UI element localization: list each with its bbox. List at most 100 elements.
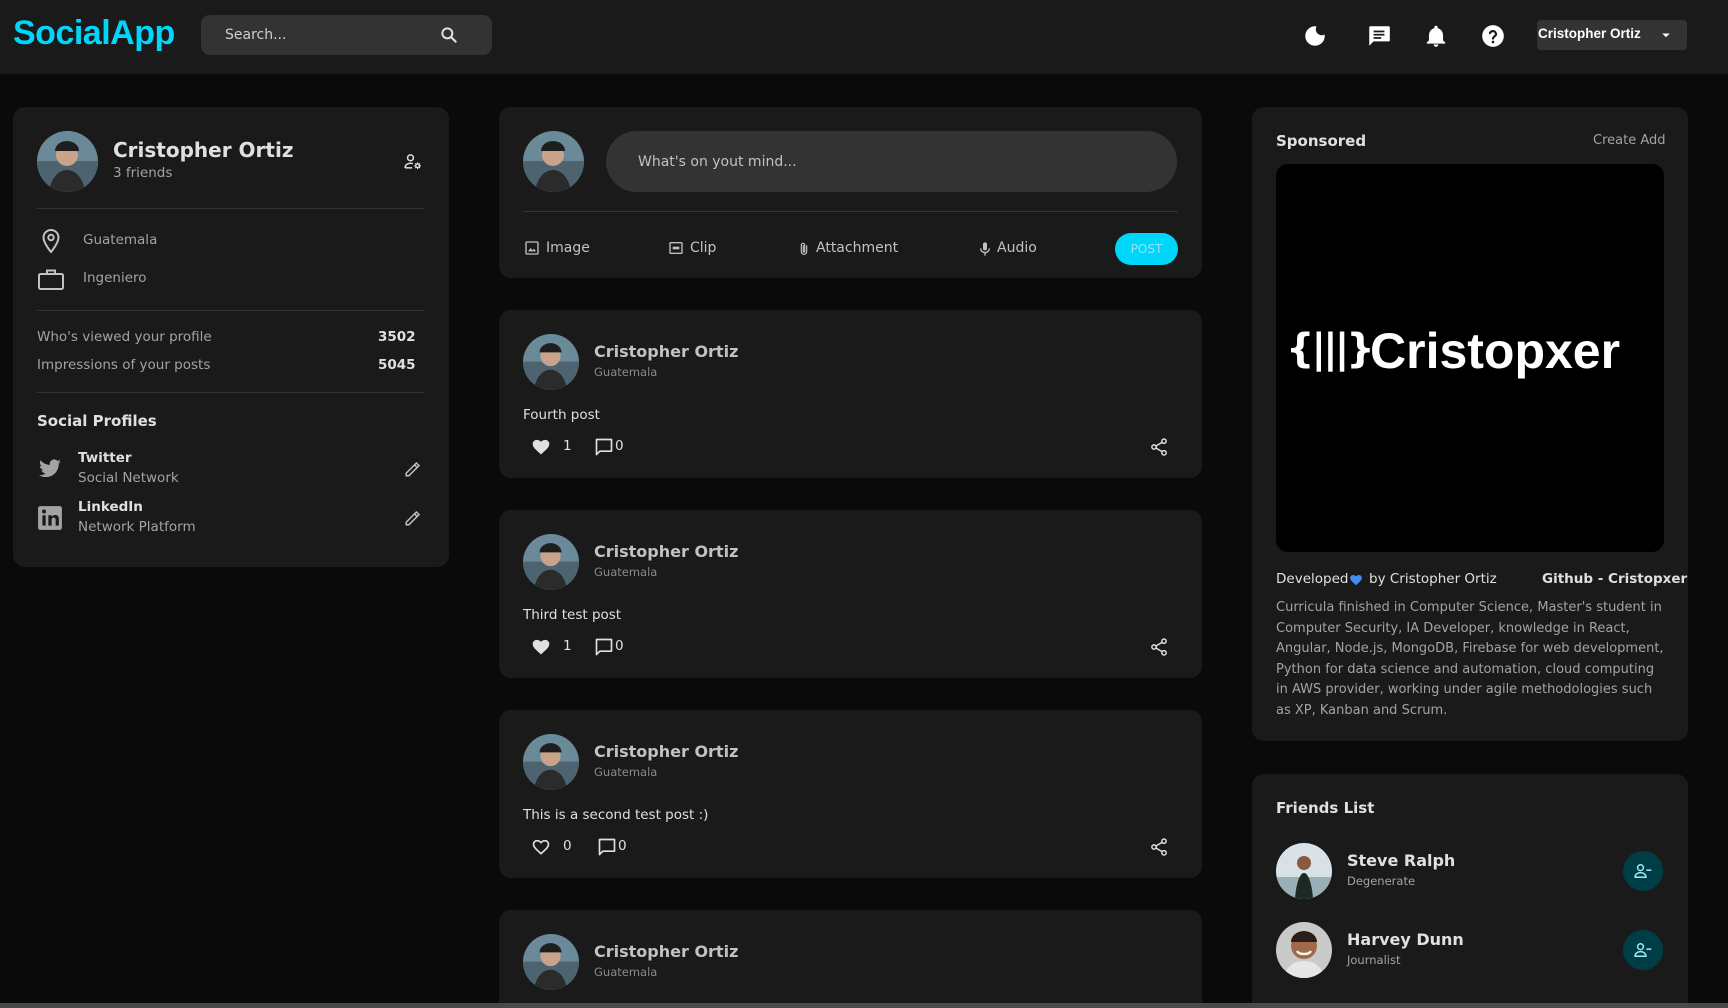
post-card: Cristopher Ortiz Guatemala This is a sec… xyxy=(499,710,1202,878)
post-avatar[interactable] xyxy=(523,534,579,590)
search-input[interactable] xyxy=(201,15,441,55)
like-count: 1 xyxy=(563,438,572,454)
chevron-down-icon xyxy=(1662,33,1670,38)
comment-icon[interactable] xyxy=(594,437,614,457)
post-author[interactable]: Cristopher Ortiz xyxy=(594,542,738,561)
briefcase-icon xyxy=(38,269,64,290)
paperclip-icon xyxy=(800,242,808,255)
edit-icon[interactable] xyxy=(404,460,422,478)
heart-filled-icon[interactable] xyxy=(531,437,551,457)
comment-icon[interactable] xyxy=(594,637,614,657)
clip-button-label: Clip xyxy=(690,240,717,256)
moon-icon[interactable] xyxy=(1302,23,1328,49)
like-count: 1 xyxy=(563,638,572,654)
search-icon[interactable] xyxy=(439,25,459,45)
clip-button[interactable]: Clip xyxy=(668,238,724,260)
profile-friends-count: 3 friends xyxy=(113,165,173,181)
sponsored-banner[interactable]: {|||} Cristopxer xyxy=(1276,164,1664,552)
profile-location: Guatemala xyxy=(83,232,158,248)
heart-filled-icon[interactable] xyxy=(531,637,551,657)
share-icon[interactable] xyxy=(1149,837,1169,857)
social-profiles-title: Social Profiles xyxy=(37,412,157,430)
social-name[interactable]: LinkedIn xyxy=(78,499,143,515)
like-count: 0 xyxy=(563,838,572,854)
post-composer: Image Clip Attachment Audio POST xyxy=(499,107,1202,278)
user-menu-select[interactable]: Cristopher Ortiz xyxy=(1537,20,1687,50)
twitter-icon xyxy=(39,459,61,478)
post-text: Fourth post xyxy=(523,407,600,423)
profile-avatar[interactable] xyxy=(37,131,98,192)
gif-icon xyxy=(669,242,683,254)
developer-description: Curricula finished in Computer Science, … xyxy=(1276,600,1664,718)
post-author[interactable]: Cristopher Ortiz xyxy=(594,942,738,961)
profile-divider xyxy=(37,392,424,393)
friend-name[interactable]: Steve Ralph xyxy=(1347,851,1455,870)
stat-value: 5045 xyxy=(378,357,416,373)
user-menu-name: Cristopher Ortiz xyxy=(1538,26,1641,41)
manage-accounts-icon[interactable] xyxy=(403,152,423,172)
image-button[interactable]: Image xyxy=(524,238,594,260)
sponsored-title: Sponsored xyxy=(1276,132,1367,150)
profile-divider xyxy=(37,310,424,311)
microphone-icon xyxy=(980,242,990,256)
developer-name: by Cristopher Ortiz xyxy=(1369,571,1497,587)
person-remove-icon xyxy=(1634,943,1652,957)
friend-avatar[interactable] xyxy=(1276,922,1332,978)
attachment-button[interactable]: Attachment xyxy=(796,238,906,260)
share-icon[interactable] xyxy=(1149,437,1169,457)
message-icon[interactable] xyxy=(1366,23,1392,49)
post-input[interactable] xyxy=(606,131,1177,192)
post-location: Guatemala xyxy=(594,365,658,379)
heart-outline-icon[interactable] xyxy=(531,837,551,857)
post-author[interactable]: Cristopher Ortiz xyxy=(594,742,738,761)
composer-avatar[interactable] xyxy=(523,131,584,192)
social-name[interactable]: Twitter xyxy=(78,450,132,466)
audio-button-label: Audio xyxy=(997,240,1037,256)
create-ad-link[interactable]: Create Add xyxy=(1593,133,1666,148)
remove-friend-button[interactable] xyxy=(1623,851,1663,891)
post-avatar[interactable] xyxy=(523,934,579,990)
profile-divider xyxy=(37,208,424,209)
composer-divider xyxy=(523,211,1178,212)
profile-card: Cristopher Ortiz 3 friends Guatemala Ing… xyxy=(13,107,449,567)
profile-occupation: Ingeniero xyxy=(83,270,147,286)
stat-label: Who's viewed your profile xyxy=(37,329,212,345)
comment-icon[interactable] xyxy=(597,837,617,857)
friend-name[interactable]: Harvey Dunn xyxy=(1347,930,1464,949)
share-icon[interactable] xyxy=(1149,637,1169,657)
help-icon[interactable] xyxy=(1480,23,1506,49)
friends-list-title: Friends List xyxy=(1276,799,1375,817)
location-pin-icon xyxy=(42,228,60,254)
post-button[interactable]: POST xyxy=(1115,233,1178,265)
horizontal-scrollbar[interactable] xyxy=(0,1003,1728,1008)
post-avatar[interactable] xyxy=(523,334,579,390)
post-avatar[interactable] xyxy=(523,734,579,790)
image-button-label: Image xyxy=(546,240,590,256)
audio-button[interactable]: Audio xyxy=(977,238,1047,260)
comment-count: 0 xyxy=(615,438,624,454)
brand-logo[interactable]: SocialApp xyxy=(13,14,175,53)
friend-occupation: Journalist xyxy=(1347,953,1401,967)
banner-logo-mark: {|||} xyxy=(1286,326,1375,372)
friend-avatar[interactable] xyxy=(1276,843,1332,899)
search-bar xyxy=(201,15,492,55)
image-icon xyxy=(525,241,539,255)
heart-icon xyxy=(1350,574,1362,586)
stat-label: Impressions of your posts xyxy=(37,357,211,373)
profile-name[interactable]: Cristopher Ortiz xyxy=(113,138,293,162)
friends-list-card: Friends List Steve Ralph Degenerate Harv… xyxy=(1252,774,1688,1008)
post-card: Cristopher Ortiz Guatemala Third test po… xyxy=(499,510,1202,678)
post-card: Cristopher Ortiz Guatemala Fourth post 1… xyxy=(499,310,1202,478)
banner-brand-text: Cristopxer xyxy=(1370,323,1621,379)
post-location: Guatemala xyxy=(594,965,658,979)
remove-friend-button[interactable] xyxy=(1623,930,1663,970)
attachment-button-label: Attachment xyxy=(816,240,899,256)
stat-value: 3502 xyxy=(378,329,416,345)
top-navbar: SocialApp Cristopher Ortiz xyxy=(0,0,1728,74)
post-author[interactable]: Cristopher Ortiz xyxy=(594,342,738,361)
developed-label: Developed xyxy=(1276,571,1349,587)
bell-icon[interactable] xyxy=(1423,23,1449,49)
post-text: Third test post xyxy=(523,607,622,623)
github-link[interactable]: Github - Cristopxer xyxy=(1542,571,1687,587)
edit-icon[interactable] xyxy=(404,509,422,527)
